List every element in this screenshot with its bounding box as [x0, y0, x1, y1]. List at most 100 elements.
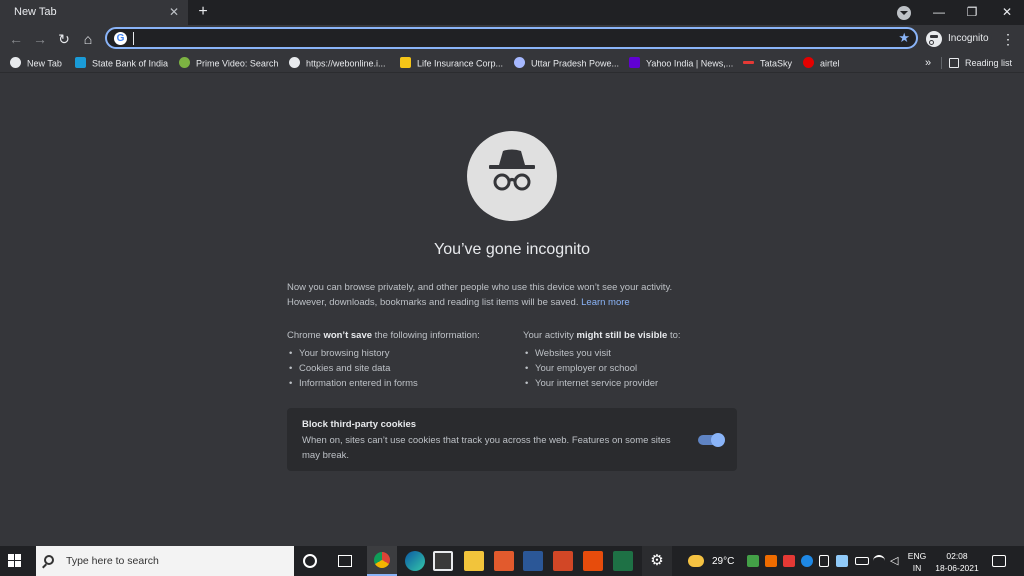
sbi-icon: [75, 57, 86, 69]
volume-icon[interactable]: ◁: [890, 555, 902, 567]
window-close-button[interactable]: ✕: [996, 3, 1018, 21]
bookmark-item[interactable]: TataSky: [743, 55, 792, 71]
bookmark-item[interactable]: State Bank of India: [75, 55, 168, 71]
chrome-taskbar-button[interactable]: [367, 546, 397, 576]
list-item: Information entered in forms: [287, 376, 517, 391]
taskbar-search-box[interactable]: Type here to search: [36, 546, 294, 576]
chrome-icon: [374, 552, 390, 568]
list-item: Your browsing history: [287, 346, 517, 361]
home-button[interactable]: ⌂: [78, 28, 98, 50]
app-icon[interactable]: [494, 551, 514, 571]
tray-app-icon[interactable]: [819, 555, 829, 567]
search-placeholder: Type here to search: [66, 555, 159, 567]
windows-taskbar: Type here to search ⚙ 29°C ◁ ENG IN 02:0…: [0, 546, 1024, 576]
tray-app-icon[interactable]: [765, 555, 777, 567]
new-tab-button[interactable]: +: [194, 2, 212, 22]
block-cookies-toggle[interactable]: [698, 433, 725, 447]
incognito-icon: [926, 31, 942, 47]
excel-icon[interactable]: [613, 551, 633, 571]
settings-icon[interactable]: ⚙: [642, 546, 672, 576]
cortana-icon[interactable]: [303, 554, 317, 568]
intro-line: However, downloads, bookmarks and readin…: [287, 297, 630, 308]
list-item: Your employer or school: [523, 361, 753, 376]
tab-close-icon[interactable]: ✕: [166, 4, 182, 20]
word-icon[interactable]: [523, 551, 543, 571]
task-view-icon[interactable]: [338, 555, 352, 567]
back-button[interactable]: ←: [6, 28, 26, 50]
bookmark-item[interactable]: Yahoo India | News,...: [629, 55, 733, 71]
toolbar: ← → ↻ ⌂ G ★ Incognito ⋮: [0, 25, 1024, 53]
bookmark-item[interactable]: Life Insurance Corp...: [400, 55, 503, 71]
incognito-profile-button[interactable]: Incognito: [922, 28, 992, 50]
page-title: You’ve gone incognito: [434, 241, 590, 258]
intro-line: Now you can browse privately, and other …: [287, 282, 673, 293]
search-icon: [44, 555, 54, 565]
app-icon[interactable]: [553, 551, 573, 571]
bookmark-item[interactable]: Prime Video: Search: [179, 55, 278, 71]
restore-button[interactable]: ❐: [961, 3, 983, 21]
tray-app-icon[interactable]: [747, 555, 759, 567]
address-bar[interactable]: G ★: [105, 27, 918, 49]
bookmark-item[interactable]: Uttar Pradesh Powe...: [514, 55, 619, 71]
bookmark-star-icon[interactable]: ★: [898, 30, 910, 46]
battery-icon[interactable]: [855, 557, 869, 565]
tab-new-tab[interactable]: New Tab ✕: [0, 0, 188, 25]
bookmarks-bar: New Tab State Bank of India Prime Video:…: [0, 53, 1024, 73]
bookmarks-divider: [941, 57, 942, 69]
wont-save-column: Chrome won’t save the following informat…: [287, 328, 517, 391]
cookie-description: When on, sites can’t use cookies that tr…: [302, 435, 671, 461]
wont-save-heading: Chrome won’t save the following informat…: [287, 330, 480, 341]
google-icon: G: [114, 32, 127, 45]
cookie-controls-card: Block third-party cookies When on, sites…: [287, 408, 737, 471]
reload-button[interactable]: ↻: [54, 28, 74, 50]
incognito-hero-icon: [467, 131, 557, 221]
bookmark-item[interactable]: New Tab: [10, 55, 62, 71]
learn-more-link[interactable]: Learn more: [581, 297, 630, 308]
language-bottom[interactable]: IN: [905, 563, 929, 573]
tray-app-icon[interactable]: [836, 555, 848, 567]
list-item: Cookies and site data: [287, 361, 517, 376]
minimize-button[interactable]: —: [928, 3, 950, 21]
globe-icon: [10, 57, 21, 69]
airtel-icon: [803, 57, 814, 69]
still-visible-column: Your activity might still be visible to:…: [523, 328, 753, 391]
clock-time[interactable]: 02:08: [930, 551, 984, 561]
weather-icon[interactable]: [688, 555, 704, 567]
reading-list-icon: [949, 57, 959, 68]
tab-title: New Tab: [14, 6, 57, 18]
yahoo-icon: [629, 57, 640, 69]
bookmark-item[interactable]: airtel: [803, 55, 840, 71]
bookmarks-overflow-icon[interactable]: »: [925, 55, 931, 71]
list-item: Websites you visit: [523, 346, 753, 361]
address-input[interactable]: [137, 30, 887, 46]
language-top[interactable]: ENG: [905, 551, 929, 561]
tatasky-icon: [743, 61, 754, 65]
bookmark-item[interactable]: https://webonline.i...: [289, 55, 386, 71]
tray-app-icon[interactable]: [783, 555, 795, 567]
edge-icon[interactable]: [405, 551, 425, 571]
windows-start-icon[interactable]: [8, 554, 22, 568]
weather-temp: 29°C: [712, 556, 735, 567]
clock-date[interactable]: 18-06-2021: [930, 563, 984, 573]
forward-button[interactable]: →: [30, 28, 50, 50]
tab-search-icon[interactable]: [897, 6, 911, 20]
menu-icon[interactable]: ⋮: [1000, 28, 1016, 50]
office-icon[interactable]: [583, 551, 603, 571]
tab-strip: New Tab ✕ + — ❐ ✕: [0, 0, 1024, 25]
notifications-icon[interactable]: [992, 555, 1006, 567]
text-caret: [133, 32, 134, 45]
intro-text: Now you can browse privately, and other …: [287, 280, 747, 310]
file-explorer-icon[interactable]: [464, 551, 484, 571]
toggle-knob: [711, 433, 725, 447]
store-icon[interactable]: [433, 551, 453, 571]
incognito-page: You’ve gone incognito Now you can browse…: [0, 74, 1024, 546]
uppcl-icon: [514, 57, 525, 69]
still-visible-heading: Your activity might still be visible to:: [523, 330, 681, 341]
reading-list-button[interactable]: Reading list: [949, 55, 1012, 71]
play-icon: [179, 57, 190, 69]
profile-label: Incognito: [948, 33, 989, 44]
bluetooth-icon[interactable]: [801, 555, 813, 567]
browser-window: New Tab ✕ + — ❐ ✕ ← → ↻ ⌂ G ★ Incognito …: [0, 0, 1024, 546]
cookie-title: Block third-party cookies: [302, 419, 417, 430]
wifi-icon[interactable]: [873, 555, 885, 567]
